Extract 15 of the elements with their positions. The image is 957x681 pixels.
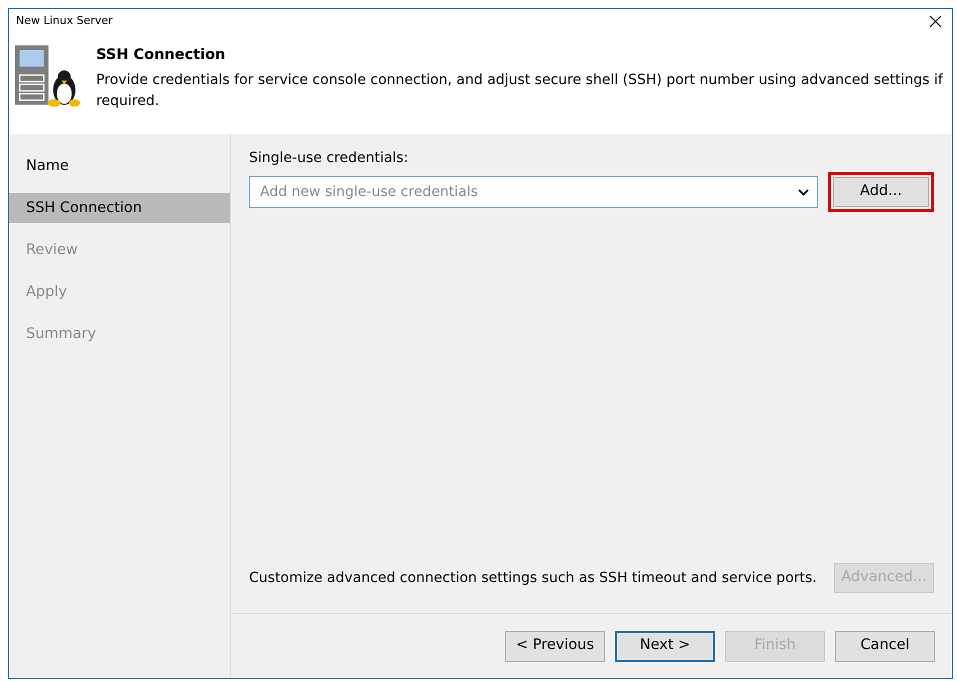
credentials-dropdown[interactable]: Add new single-use credentials (249, 176, 818, 208)
wizard-step[interactable]: SSH Connection (9, 193, 230, 223)
add-button[interactable]: Add... (833, 177, 929, 207)
close-icon (928, 14, 942, 28)
credentials-input[interactable]: Add new single-use credentials (258, 180, 798, 204)
next-button[interactable]: Next > (615, 630, 715, 662)
previous-button[interactable]: < Previous (505, 630, 605, 662)
wizard-step[interactable]: Name (9, 151, 230, 181)
cancel-button[interactable]: Cancel (835, 630, 935, 662)
page-description: Provide credentials for service console connection, and adjust secure shell (SSH) port number using advanced settings if required. (96, 71, 944, 112)
chevron-down-icon (798, 188, 809, 196)
field-label: Single-use credentials: (249, 149, 410, 168)
page-title: SSH Connection (96, 47, 226, 64)
advanced-settings-text: Customize advanced connection settings such as SSH timeout and service ports. (249, 568, 817, 588)
window-title: New Linux Server (16, 12, 113, 29)
